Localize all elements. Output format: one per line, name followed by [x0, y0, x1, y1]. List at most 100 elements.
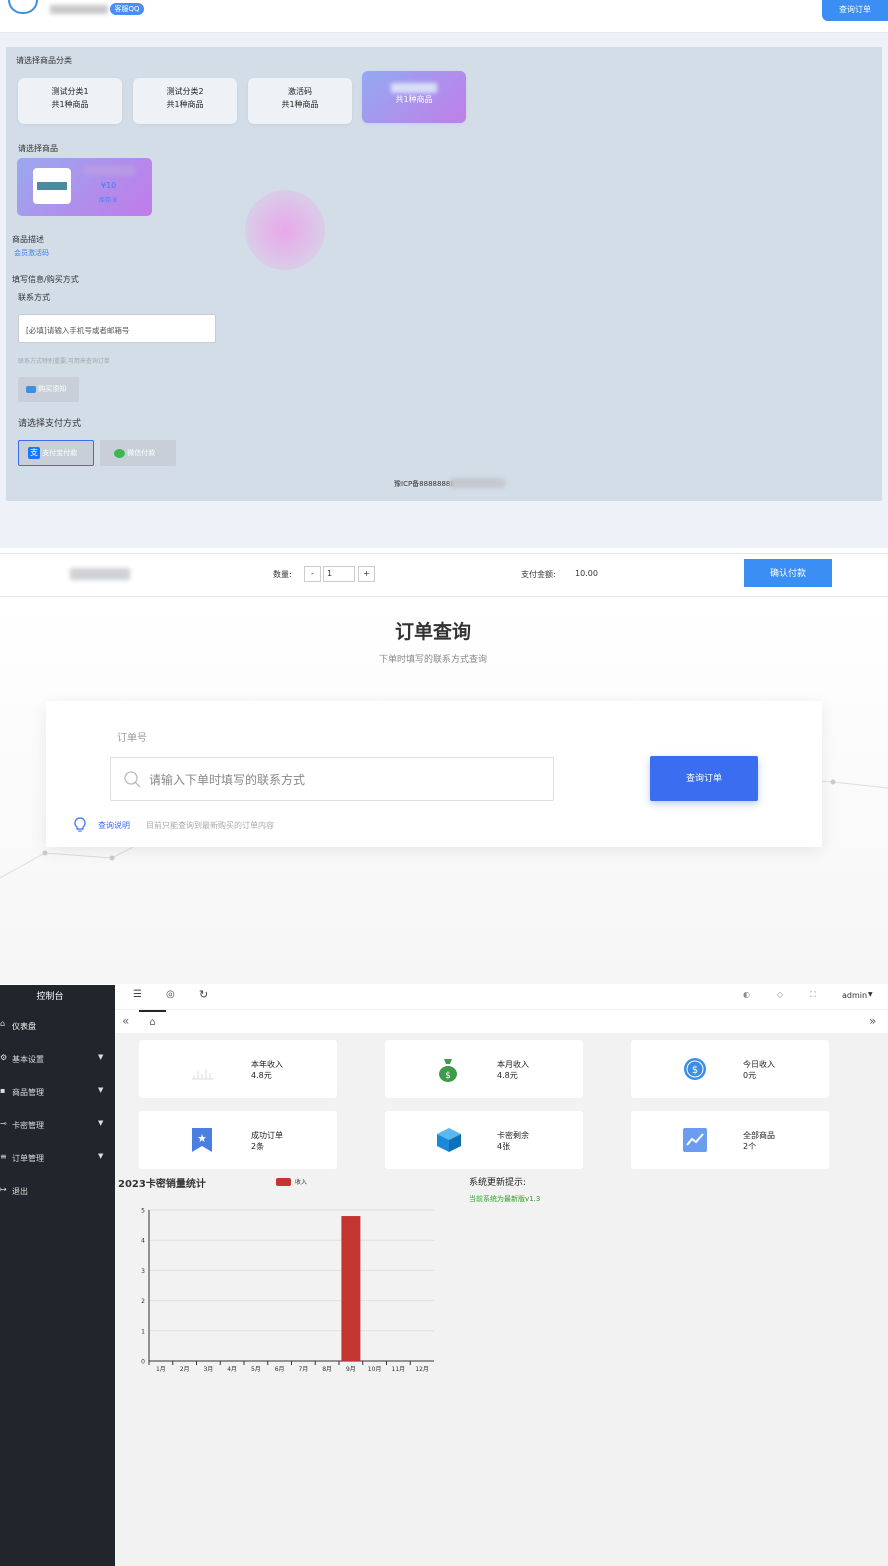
order-query-button[interactable]: 查询订单 — [650, 756, 758, 801]
tab-home[interactable]: ⌂ — [139, 1010, 166, 1034]
tab-next-icon[interactable]: » — [869, 1014, 876, 1028]
chevron-down-icon: ▼ — [98, 1053, 104, 1061]
x-tick-label: 6月 — [275, 1366, 285, 1373]
x-tick-label: 7月 — [298, 1366, 308, 1373]
stat-value: 2条 — [251, 1142, 265, 1151]
chevron-down-icon: ▼ — [98, 1119, 104, 1127]
tab-prev-icon[interactable]: « — [122, 1014, 129, 1028]
sidebar-item-logout[interactable]: ↦ 退出 — [0, 1184, 115, 1206]
chart-title: 2023卡密销量统计 — [118, 1179, 206, 1190]
chevron-down-icon[interactable]: ▼ — [868, 991, 873, 998]
fullscreen-icon[interactable]: ⛶ — [810, 990, 816, 1000]
pay-alipay-button[interactable]: 支 支付宝付款 — [18, 440, 94, 466]
chevron-down-icon: ▼ — [98, 1086, 104, 1094]
product-price: ¥10 — [101, 181, 117, 190]
admin-user[interactable]: admin — [842, 991, 867, 1000]
stat-title: 成功订单 — [251, 1131, 283, 1140]
confirm-pay-button[interactable]: 确认付款 — [744, 559, 832, 587]
stat-label: 成功订单 2条 — [251, 1130, 283, 1152]
money-bag-icon: $ — [439, 1059, 457, 1082]
stat-card: 本年收入 4.8元 — [139, 1040, 337, 1098]
product-image — [33, 168, 71, 204]
sidebar-item-products[interactable]: ▪ 商品管理 ▼ — [0, 1085, 115, 1107]
order-query-title: 订单查询 — [394, 621, 471, 643]
qty-plus-button[interactable]: + — [358, 566, 375, 582]
tab-bar: « ⌂ » — [115, 1009, 888, 1033]
search-icon — [124, 771, 141, 788]
qty-input[interactable]: 1 — [323, 566, 355, 582]
star-badge-icon: ★ — [192, 1128, 212, 1152]
stat-card: $ 本月收入 4.8元 — [385, 1040, 583, 1098]
contact-hint: 联系方式特别重要,可用来查询订单 — [18, 358, 110, 365]
pay-alipay-label: 支付宝付款 — [42, 449, 78, 457]
wechat-icon — [114, 448, 125, 458]
notice-button[interactable]: 购买须知 — [18, 377, 79, 402]
stat-value: 0元 — [743, 1071, 757, 1080]
x-tick-label: 4月 — [227, 1366, 237, 1373]
bar — [341, 1216, 361, 1361]
stat-card: ★ 成功订单 2条 — [139, 1111, 337, 1169]
order-query-subtitle: 下单时填写的联系方式查询 — [378, 655, 487, 665]
category-card[interactable]: 测试分类2 共1种商品 — [133, 78, 237, 124]
stat-label: 本月收入 4.8元 — [497, 1059, 529, 1081]
admin-dashboard: 控制台 ⌂ 仪表盘 ⚙ 基本设置 ▼ ▪ 商品管理 ▼ ⊸ 卡密管理 ▼ ≡ 订单管理 ▼ ↦ 退出… — [0, 985, 888, 1566]
admin-sidebar: 控制台 ⌂ 仪表盘 ⚙ 基本设置 ▼ ▪ 商品管理 ▼ ⊸ 卡密管理 ▼ ≡ 订单管理 ▼ ↦ 退出 — [0, 985, 115, 1566]
home-icon: ⌂ — [149, 1017, 156, 1028]
stat-label: 今日收入 0元 — [743, 1059, 775, 1081]
sidebar-item-label: 订单管理 — [12, 1154, 44, 1163]
x-tick-label: 11月 — [392, 1366, 406, 1373]
x-tick-label: 1月 — [156, 1366, 166, 1373]
sidebar-item-settings[interactable]: ⚙ 基本设置 ▼ — [0, 1052, 115, 1074]
query-order-button[interactable]: 查询订单 — [822, 0, 888, 21]
key-icon: ⊸ — [0, 1119, 7, 1128]
x-tick-label: 2月 — [180, 1366, 190, 1373]
chart-icon — [192, 1069, 214, 1080]
stat-label: 全部商品 2个 — [743, 1130, 775, 1152]
product-card[interactable]: ¥10 库存:8 — [17, 158, 152, 216]
contact-input[interactable]: [必填]请输入手机号或者邮箱号 — [18, 314, 216, 343]
category-title: 请选择商品分类 — [16, 56, 72, 65]
sidebar-item-cards[interactable]: ⊸ 卡密管理 ▼ — [0, 1118, 115, 1140]
stat-card: 全部商品 2个 — [631, 1111, 829, 1169]
pay-wechat-button[interactable]: 微信付款 — [100, 440, 176, 466]
x-tick-label: 8月 — [322, 1366, 332, 1373]
category-count: 共1种商品 — [281, 100, 319, 109]
qty-label: 数量: — [273, 570, 292, 579]
qty-minus-button[interactable]: - — [304, 566, 321, 582]
stat-value: 4张 — [497, 1142, 511, 1151]
y-tick-label: 3 — [141, 1268, 145, 1275]
cube-icon — [437, 1128, 461, 1152]
stat-title: 今日收入 — [743, 1060, 775, 1069]
refresh-icon[interactable]: ↻ — [199, 988, 208, 1001]
sidebar-item-label: 仪表盘 — [12, 1022, 36, 1031]
qq-badge[interactable]: 客服QQ — [110, 3, 144, 15]
category-card[interactable]: 测试分类1 共1种商品 — [18, 78, 122, 124]
fill-title: 填写信息/购买方式 — [12, 275, 79, 284]
product-name — [83, 166, 135, 175]
notice-icon — [26, 385, 36, 393]
pay-wechat-label: 微信付款 — [127, 449, 156, 457]
category-count: 共1种商品 — [166, 100, 204, 109]
legend-swatch — [276, 1178, 291, 1186]
notice-label: 购买须知 — [38, 385, 67, 393]
palette-icon[interactable]: ◐ — [743, 990, 750, 999]
category-card-active[interactable]: 共1种商品 — [362, 71, 466, 123]
tag-icon[interactable]: ◇ — [777, 990, 783, 999]
sidebar-item-orders[interactable]: ≡ 订单管理 ▼ — [0, 1151, 115, 1173]
trend-icon — [683, 1128, 707, 1152]
query-hint-text: 目前只能查询到最新购买的订单内容 — [146, 821, 274, 830]
stat-value: 4.8元 — [251, 1071, 272, 1080]
order-search-input[interactable]: 请输入下单时填写的联系方式 — [110, 757, 554, 801]
decor-blob — [245, 190, 325, 270]
globe-icon[interactable]: ◎ — [166, 989, 175, 1000]
category-card[interactable]: 激活码 共1种商品 — [248, 78, 352, 124]
x-tick-label: 12月 — [415, 1366, 429, 1373]
menu-toggle-icon[interactable]: ☰ — [133, 989, 142, 1000]
stat-title: 本月收入 — [497, 1060, 529, 1069]
icp-text[interactable]: 豫ICP备88888888 — [394, 479, 455, 489]
query-hint-link[interactable]: 查询说明 — [98, 820, 130, 831]
stat-title: 全部商品 — [743, 1131, 775, 1140]
sidebar-item-dashboard[interactable]: ⌂ 仪表盘 — [0, 1019, 115, 1041]
checkout-bar: 数量: - 1 + 支付金额: 10.00 确认付款 — [0, 553, 888, 597]
contact-label: 联系方式 — [18, 293, 50, 302]
